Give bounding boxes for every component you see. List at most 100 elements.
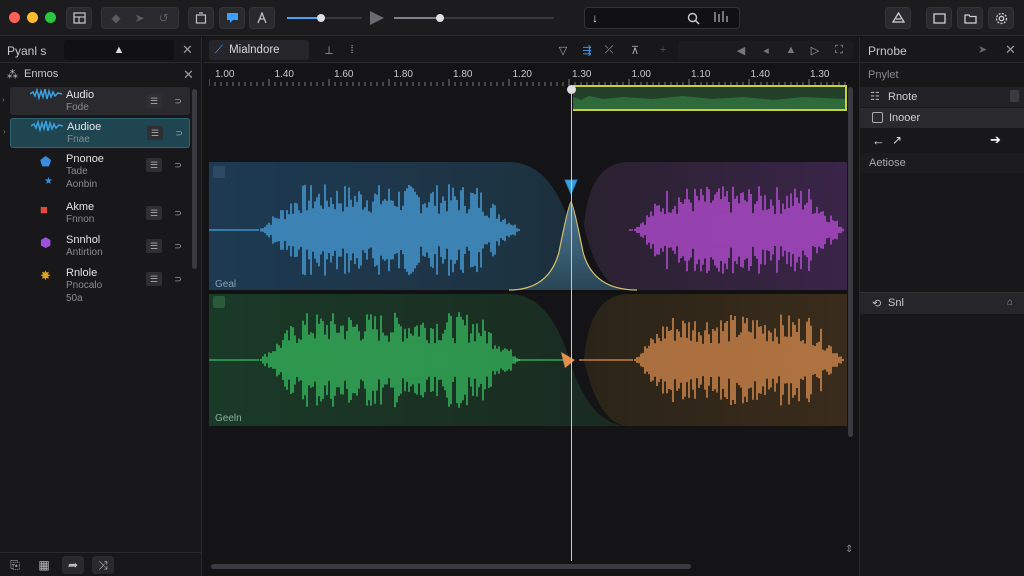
menu-icon[interactable]: ☰	[147, 126, 163, 140]
padlock-icon[interactable]: ⌂	[1007, 297, 1013, 308]
minimize-window-button[interactable]	[27, 12, 38, 23]
actions-label: Aetiose	[869, 157, 906, 169]
project-panel: Pyanl s ▲ ✕ ⁂ Enmos ✕ › Audio Fode ☰ ⊃ › Audio…	[0, 37, 202, 576]
lock-icon[interactable]	[1010, 90, 1019, 102]
actions-section: Aetiose	[860, 153, 1024, 173]
move-icon[interactable]: ⇶	[579, 43, 595, 57]
filter-icon[interactable]: ▽	[555, 43, 571, 57]
close-icon[interactable]: ✕	[182, 42, 193, 58]
settings-gear-icon[interactable]	[988, 7, 1014, 29]
tune-icon[interactable]: ⊥	[321, 43, 337, 57]
timeline-header: ⟋ Mialndore ⊥ ⁞ ▽ ⇶ ⤫ ⊼ + ◀ ◂ ▲ ▷ ⛶	[203, 37, 858, 63]
marker-icon[interactable]	[219, 7, 245, 29]
fullscreen-icon[interactable]: ⛶	[831, 43, 847, 57]
list-item[interactable]: ⬟ ★ Pnonoe Tade Aonbin ☰ ⊃	[10, 151, 190, 195]
play-outline-icon[interactable]: ▷	[807, 43, 823, 57]
timeline-icon[interactable]	[188, 7, 214, 29]
toolbar: ◆ ➤ ↺ ↓	[0, 0, 1024, 36]
share-icon[interactable]	[885, 7, 911, 29]
time-ruler[interactable]: 1.00 1.40 1.60 1.80 1.80 1.20 1.30 1.00 1.10 1.40…	[203, 64, 858, 86]
window-icon[interactable]	[926, 7, 952, 29]
link-icon[interactable]: ⊃	[170, 206, 186, 220]
panel-tab[interactable]: ▲	[64, 40, 174, 60]
menu-icon[interactable]: ☰	[146, 272, 162, 286]
grid-icon: ⁂	[7, 69, 18, 81]
link-icon[interactable]: ⊃	[171, 126, 187, 140]
shuffle-icon[interactable]: ⤨	[92, 556, 114, 574]
waveform-icon[interactable]	[249, 7, 275, 29]
scrollbar[interactable]	[192, 89, 197, 269]
item-detail: 50a	[66, 293, 83, 304]
trim-icon[interactable]: ⤫	[601, 43, 617, 57]
zoom-window-button[interactable]	[45, 12, 56, 23]
timeline-hscroll[interactable]	[211, 564, 691, 569]
import-icon[interactable]: ⎘	[4, 556, 26, 574]
undo-icon[interactable]: ◆	[111, 11, 120, 25]
back-icon[interactable]: ◂	[758, 43, 774, 57]
list-item[interactable]: ✸ Rnlole Pnocalo 50a ☰ ⊃	[10, 265, 190, 309]
list-item[interactable]: ■ Akme Fnnon ☰ ⊃	[10, 199, 190, 229]
link-icon[interactable]: ⊃	[170, 272, 186, 286]
play-icon[interactable]	[368, 10, 386, 29]
list-item[interactable]: › Audio Fode ☰ ⊃	[2, 87, 190, 115]
link-icon[interactable]: ⊃	[170, 94, 186, 108]
link-icon[interactable]: ⊃	[170, 239, 186, 253]
rewind-icon[interactable]: ◀	[733, 43, 749, 57]
redo-icon[interactable]: ➤	[135, 11, 145, 25]
close-icon[interactable]: ✕	[1005, 42, 1016, 58]
menu-icon[interactable]: ☰	[146, 94, 162, 108]
back-arrow-icon[interactable]: ←	[872, 133, 885, 148]
list-item[interactable]: › Audioe Fnae ☰ ⊃	[3, 118, 190, 148]
layout-icon[interactable]	[66, 7, 92, 29]
track-1-label: Geal	[215, 279, 236, 290]
download-icon: ↓	[592, 11, 598, 25]
split-icon[interactable]: ⁞	[344, 43, 360, 57]
volume-slider[interactable]	[287, 14, 362, 22]
prop-row-input-label: Inooer	[889, 112, 921, 124]
forward-arrow-icon[interactable]: ➔	[990, 132, 1001, 148]
item-icon: ■	[40, 202, 48, 217]
prop-row-sel[interactable]: ⟲ Snl ⌂	[860, 292, 1024, 314]
up-icon[interactable]: ▲	[783, 43, 799, 57]
close-section-icon[interactable]: ✕	[183, 67, 194, 83]
menu-icon[interactable]: ☰	[146, 206, 162, 220]
pin-icon[interactable]: ➤	[978, 43, 987, 56]
link-icon[interactable]: ⊃	[170, 158, 186, 172]
selection-region[interactable]	[573, 85, 847, 111]
align-icon[interactable]: ⊼	[627, 43, 643, 57]
share-arrow-icon[interactable]: ➦	[62, 556, 84, 574]
prop-row-route[interactable]: ☷ Rnote	[860, 87, 1024, 107]
grid-view-icon[interactable]: ▦	[33, 556, 55, 574]
prop-nav-row: ← ↗ ➔	[860, 130, 1024, 152]
item-icon: ✸	[40, 268, 51, 283]
menu-icon[interactable]: ☰	[146, 239, 162, 253]
checkbox-icon[interactable]	[872, 112, 883, 123]
sync-icon: ⟲	[872, 298, 882, 310]
tab-timeline[interactable]: ⟋ Mialndore	[209, 40, 309, 60]
timeline-vscroll[interactable]	[848, 87, 853, 437]
close-window-button[interactable]	[9, 12, 20, 23]
item-subtitle: Fnae	[67, 134, 90, 145]
playhead[interactable]	[571, 87, 572, 561]
playhead-handle[interactable]	[567, 85, 576, 94]
levels-icon[interactable]	[713, 10, 729, 27]
track-1-icon	[213, 166, 225, 178]
track-canvas[interactable]: Geal Geeln	[209, 162, 847, 426]
gain-slider[interactable]	[394, 14, 554, 22]
loop-icon[interactable]: ↺	[159, 11, 169, 25]
search-icon[interactable]	[687, 12, 700, 25]
expand-caret-icon[interactable]: ›	[2, 95, 5, 104]
list-item[interactable]: ⬢ Snnhol Antirtion ☰ ⊃	[10, 232, 190, 262]
expand-caret-icon[interactable]: ›	[3, 127, 6, 136]
prop-row-route-label: Rnote	[888, 91, 918, 103]
item-icon: ⬟	[40, 154, 52, 169]
redirect-icon[interactable]: ↗	[892, 133, 902, 147]
menu-icon[interactable]: ☰	[146, 158, 162, 172]
panel-title: Pyanl s	[7, 44, 47, 58]
expand-icon[interactable]: ⇕	[845, 544, 853, 555]
folder-icon[interactable]	[957, 7, 983, 29]
item-subtitle: Pnocalo	[66, 280, 103, 291]
prop-row-input[interactable]: Inooer	[860, 108, 1024, 128]
add-icon[interactable]: +	[655, 43, 671, 57]
item-title: Snnhol	[66, 234, 101, 246]
